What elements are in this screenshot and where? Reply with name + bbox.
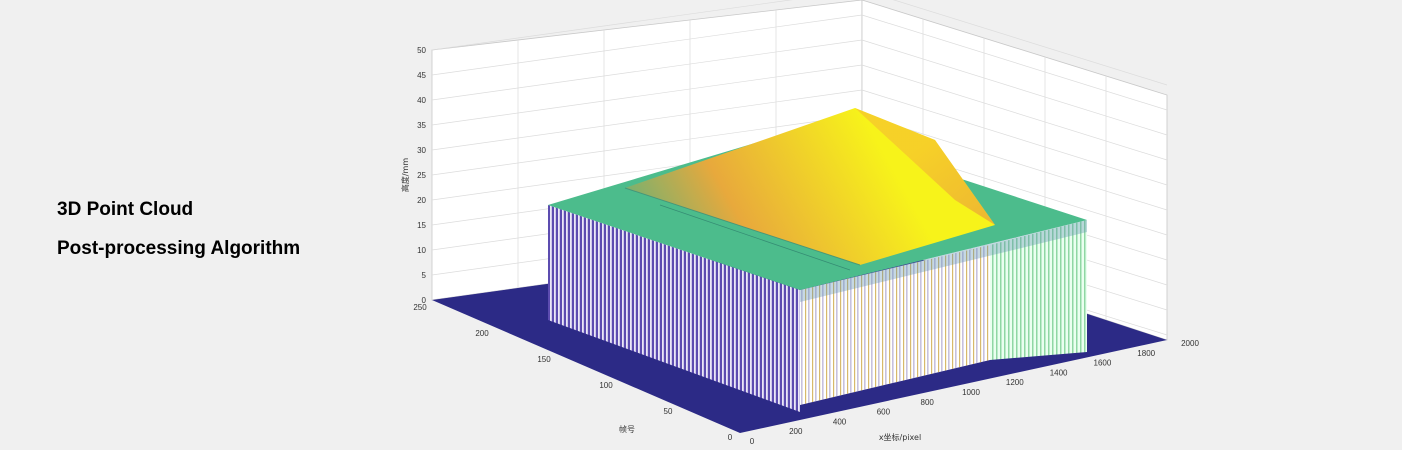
- z-tick-label: 5: [422, 271, 427, 280]
- y-tick-label: 150: [537, 355, 551, 364]
- x-tick-label: 0: [750, 437, 755, 446]
- x-tick-label: 1000: [962, 388, 980, 397]
- x-tick-label: 1200: [1006, 378, 1024, 387]
- y-tick-label: 100: [599, 381, 613, 390]
- z-tick-label: 10: [417, 246, 426, 255]
- x-tick-label: 2000: [1181, 339, 1199, 348]
- y-tick-label: 50: [664, 407, 673, 416]
- x-tick-label: 1400: [1050, 368, 1068, 377]
- z-tick-label: 30: [417, 146, 426, 155]
- z-tick-label: 50: [417, 46, 426, 55]
- x-tick-label: 600: [877, 408, 891, 417]
- y-tick-label: 0: [728, 433, 733, 442]
- z-tick-label: 45: [417, 71, 426, 80]
- y-axis-label: 帧号: [619, 424, 635, 434]
- x-tick-label: 1600: [1094, 359, 1112, 368]
- z-tick-label: 35: [417, 121, 426, 130]
- x-tick-label: 800: [921, 398, 935, 407]
- y-tick-label: 250: [413, 303, 427, 312]
- z-tick-label: 40: [417, 96, 426, 105]
- z-tick-label: 15: [417, 221, 426, 230]
- z-axis-label: 高度/mm: [400, 158, 410, 192]
- x-axis-label: x坐标/pixel: [879, 432, 921, 442]
- surface-plot: 0510152025303540455005010015020025002004…: [400, 0, 1199, 446]
- x-tick-label: 1800: [1137, 349, 1155, 358]
- x-tick-label: 200: [789, 427, 803, 436]
- y-tick-label: 200: [475, 329, 489, 338]
- z-tick-label: 25: [417, 171, 426, 180]
- x-tick-label: 400: [833, 417, 847, 426]
- z-tick-label: 20: [417, 196, 426, 205]
